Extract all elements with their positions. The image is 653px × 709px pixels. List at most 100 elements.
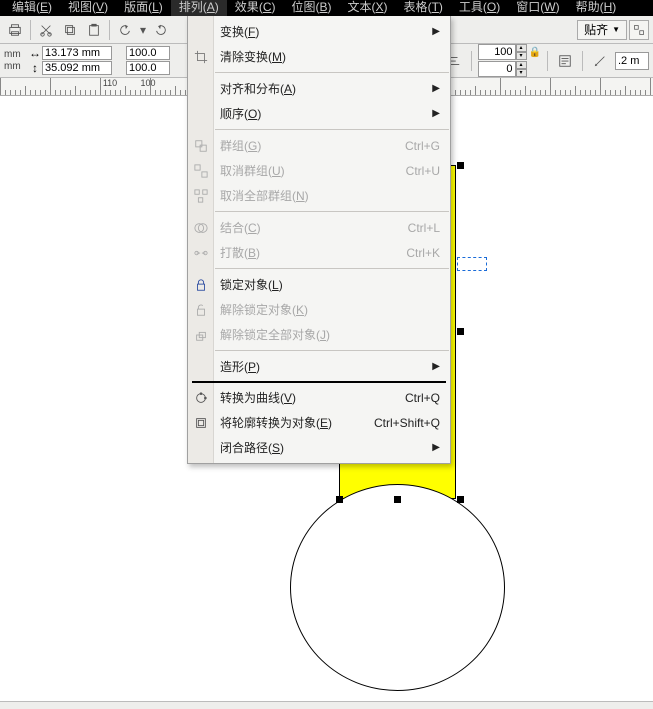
spin-b-up[interactable]: ▴ (516, 61, 527, 69)
menu-item-11: 打散(B)Ctrl+K (188, 240, 450, 265)
menu-item-label: 打散(B) (220, 244, 260, 261)
menu-table[interactable]: 表格(T) (396, 0, 451, 16)
undo-dropdown[interactable]: ▾ (138, 19, 148, 41)
height-icon: ↕ (28, 61, 42, 75)
menu-tools[interactable]: 工具(O) (451, 0, 508, 16)
chevron-right-icon: ▶ (432, 83, 440, 94)
menu-item-1[interactable]: 清除变换(M) (188, 44, 450, 69)
menu-item-0[interactable]: 变换(F) ▶ (188, 19, 450, 44)
chevron-right-icon: ▶ (432, 361, 440, 372)
menu-view[interactable]: 视图(V) (60, 0, 116, 16)
menu-bitmap[interactable]: 位图(B) (283, 0, 339, 16)
menu-item-15: 解除锁定全部对象(J) (188, 322, 450, 347)
y-unit-label: mm (4, 61, 24, 72)
x-unit-label: mm (4, 49, 24, 60)
menu-edit[interactable]: 编辑(E) (4, 0, 60, 16)
snap-dropdown[interactable]: 贴齐 ▼ (577, 20, 627, 40)
menu-item-label: 造形(P) (220, 358, 260, 375)
selection-handle[interactable] (457, 162, 464, 169)
bottom-bar (0, 701, 653, 709)
menu-item-label: 群组(G) (220, 137, 261, 154)
outline-pen-button[interactable] (589, 50, 611, 72)
menu-item-shortcut: Ctrl+Q (405, 391, 440, 405)
menu-item-20[interactable]: 将轮廓转换为对象(E) Ctrl+Shift+Q (188, 410, 450, 435)
outline-width-field[interactable] (615, 52, 649, 70)
menu-item-21[interactable]: 闭合路径(S) ▶ (188, 435, 450, 460)
chevron-down-icon: ▼ (612, 25, 620, 34)
ruler-label: 100 (140, 78, 155, 88)
menu-item-19[interactable]: 转换为曲线(V) Ctrl+Q (188, 385, 450, 410)
snap-label: 贴齐 (584, 21, 608, 38)
copy-button[interactable] (59, 19, 81, 41)
ungroup-all-icon (192, 187, 210, 205)
chevron-right-icon: ▶ (432, 26, 440, 37)
node-edit-box[interactable] (457, 257, 487, 271)
scale-x-field[interactable] (126, 46, 170, 60)
menu-text[interactable]: 文本(X) (340, 0, 396, 16)
lock-icon (192, 276, 210, 294)
menu-item-label: 闭合路径(S) (220, 439, 284, 456)
scale-y-field[interactable] (126, 61, 170, 75)
arrange-menu-dropdown: 变换(F) ▶ 清除变换(M) 对齐和分布(A) ▶ 顺序(O) ▶ 群组(G) Ctrl+G 取… (187, 16, 451, 464)
paste-button[interactable] (83, 19, 105, 41)
circle-shape[interactable] (290, 484, 505, 691)
unlock-all-icon (192, 326, 210, 344)
menu-item-label: 转换为曲线(V) (220, 389, 296, 406)
menu-item-7: 取消群组(U)Ctrl+U (188, 158, 450, 183)
menu-item-14: 解除锁定对象(K) (188, 297, 450, 322)
menu-item-label: 变换(F) (220, 23, 259, 40)
spin-b-down[interactable]: ▾ (516, 69, 527, 77)
menu-item-label: 顺序(O) (220, 105, 261, 122)
group-icon (192, 137, 210, 155)
outline-to-object-icon (192, 414, 210, 432)
ruler-label: 110 (103, 78, 117, 88)
wrap-text-button[interactable] (554, 50, 576, 72)
menu-item-shortcut: Ctrl+Shift+Q (374, 416, 440, 430)
selection-handle[interactable] (457, 328, 464, 335)
selection-handle[interactable] (394, 496, 401, 503)
menu-item-8: 取消全部群组(N) (188, 183, 450, 208)
menu-item-3[interactable]: 对齐和分布(A) ▶ (188, 76, 450, 101)
break-icon (192, 244, 210, 262)
menu-item-13[interactable]: 锁定对象(L) (188, 272, 450, 297)
height-field[interactable] (42, 61, 112, 75)
menu-item-17[interactable]: 造形(P) ▶ (188, 354, 450, 379)
menu-item-label: 结合(C) (220, 219, 261, 236)
options-button[interactable] (629, 20, 649, 40)
menu-effects[interactable]: 效果(C) (227, 0, 284, 16)
width-field[interactable] (42, 46, 112, 60)
menu-item-6: 群组(G) Ctrl+G (188, 133, 450, 158)
spin-a-up[interactable]: ▴ (516, 44, 527, 52)
spin-a-field[interactable] (478, 44, 516, 60)
spin-a-down[interactable]: ▾ (516, 52, 527, 60)
menu-item-label: 取消全部群组(N) (220, 187, 309, 204)
menu-item-shortcut: Ctrl+U (406, 164, 440, 178)
menu-help[interactable]: 帮助(H) (568, 0, 625, 16)
menu-layout[interactable]: 版面(L) (116, 0, 171, 16)
cut-button[interactable] (35, 19, 57, 41)
print-button[interactable] (4, 19, 26, 41)
menu-window[interactable]: 窗口(W) (508, 0, 567, 16)
redo-button[interactable] (150, 19, 172, 41)
menu-item-label: 清除变换(M) (220, 48, 286, 65)
chevron-right-icon: ▶ (432, 108, 440, 119)
menu-item-shortcut: Ctrl+L (408, 221, 440, 235)
lock-icon: 🔒 (529, 47, 541, 58)
menu-item-label: 锁定对象(L) (220, 276, 283, 293)
undo-button[interactable] (114, 19, 136, 41)
menu-item-4[interactable]: 顺序(O) ▶ (188, 101, 450, 126)
width-icon: ↔ (28, 46, 42, 60)
unlock-icon (192, 301, 210, 319)
combine-icon (192, 219, 210, 237)
menu-item-shortcut: Ctrl+G (405, 139, 440, 153)
menu-item-10: 结合(C) Ctrl+L (188, 215, 450, 240)
selection-handle[interactable] (457, 496, 464, 503)
spin-b-field[interactable] (478, 61, 516, 77)
selection-handle[interactable] (336, 496, 343, 503)
chevron-right-icon: ▶ (432, 442, 440, 453)
ungroup-icon (192, 162, 210, 180)
menu-item-label: 将轮廓转换为对象(E) (220, 414, 332, 431)
menu-arrange[interactable]: 排列(A) (171, 0, 227, 16)
menu-item-label: 解除锁定全部对象(J) (220, 326, 330, 343)
menu-item-label: 对齐和分布(A) (220, 80, 296, 97)
